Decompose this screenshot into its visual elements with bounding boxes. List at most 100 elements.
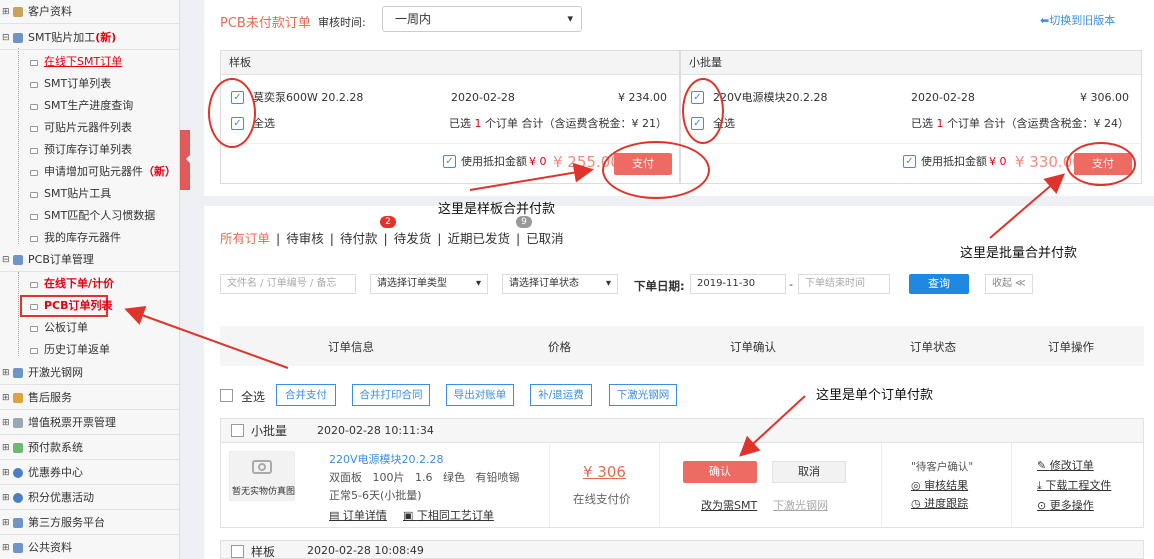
order-detail-link[interactable]: ▤ 订单详情	[329, 507, 387, 523]
modify-order-link[interactable]: ✎ 修改订单	[1037, 457, 1094, 473]
sidebar-item-pcb-order-list[interactable]: PCB订单列表	[0, 294, 179, 318]
laser-stencil-button[interactable]: 下激光钢网	[609, 384, 677, 406]
sample-select-all-label: 全选	[253, 117, 275, 130]
sidebar-item-smt-apply[interactable]: 申请增加可贴元器件（新）	[0, 160, 179, 184]
camera-icon	[252, 460, 272, 474]
sidebar-item-stencil[interactable]: ⊞ 开激光钢网	[0, 361, 179, 385]
column-order-info: 订单信息	[328, 340, 374, 354]
merge-pay-button[interactable]: 合并支付	[276, 384, 336, 406]
customer-icon	[13, 7, 23, 17]
sidebar-item-after-sales[interactable]: ⊞ 售后服务	[0, 386, 179, 410]
keyword-search-input[interactable]: 文件名 / 订单编号 / 备忘	[220, 274, 356, 294]
expand-icon: ⊞	[2, 443, 10, 453]
thumbnail-placeholder-text: 暂无实物仿真图	[232, 487, 296, 497]
sidebar-item-invoice[interactable]: ⊞ 增值税票开票管理	[0, 411, 179, 435]
service-icon	[13, 393, 23, 403]
expand-icon: ⊞	[2, 7, 10, 17]
order-checkbox[interactable]	[231, 424, 244, 437]
collapse-filter-button[interactable]: 收起 ≪	[985, 274, 1033, 294]
sidebar-item-smt-progress[interactable]: SMT生产进度查询	[0, 94, 179, 118]
change-to-smt-link[interactable]: 改为需SMT	[701, 497, 757, 513]
tab-recently-shipped[interactable]: 近期已发货	[447, 228, 510, 247]
sidebar-item-label: 售后服务	[28, 391, 72, 404]
download-project-link[interactable]: ⤓ 下载工程文件	[1037, 477, 1111, 493]
sidebar-item-label: SMT生产进度查询	[44, 99, 134, 112]
sidebar-item-third-party[interactable]: ⊞ 第三方服务平台	[0, 511, 179, 535]
column-order-actions: 订单操作	[1048, 340, 1094, 354]
sidebar-item-pcb-public[interactable]: 公板订单	[0, 316, 179, 340]
expand-icon: ⊞	[2, 418, 10, 428]
audit-result-link[interactable]: ◎ 审核结果	[911, 477, 968, 493]
select-all-orders-checkbox[interactable]	[220, 389, 233, 402]
platform-icon	[13, 518, 23, 528]
review-time-select[interactable]: 一周内	[382, 6, 582, 32]
merge-print-contract-button[interactable]: 合并打印合同	[352, 384, 430, 406]
sidebar-item-coupon[interactable]: ⊞ 优惠券中心	[0, 461, 179, 485]
sidebar-item-smt-habits[interactable]: SMT匹配个人习惯数据	[0, 204, 179, 228]
tab-pending-shipment[interactable]: 待发货	[394, 228, 432, 247]
switch-old-version-link[interactable]: ⬅切换到旧版本	[1040, 12, 1115, 28]
recently-shipped-badge: 9	[516, 216, 532, 228]
smt-icon	[13, 33, 23, 43]
order-checkbox[interactable]	[231, 545, 244, 558]
order-datetime: 2020-02-28 10:11:34	[317, 424, 434, 437]
date-range-dash: -	[789, 278, 793, 291]
export-statement-button[interactable]: 导出对账单	[446, 384, 514, 406]
sidebar: ⊞ 客户资料 ⊟ SMT贴片加工(新) 在线下SMT订单 SMT订单列表 SMT…	[0, 0, 180, 559]
sidebar-item-smt-stock-orders[interactable]: 预订库存订单列表	[0, 138, 179, 162]
order-type-select[interactable]: 请选择订单类型	[370, 274, 488, 294]
shipping-adjust-button[interactable]: 补/退运费	[530, 384, 592, 406]
sidebar-item-smt-online-order[interactable]: 在线下SMT订单	[0, 50, 179, 74]
order-datetime: 2020-02-28 10:08:49	[307, 544, 424, 557]
sidebar-item-smt-tools[interactable]: SMT贴片工具	[0, 182, 179, 206]
document-icon	[30, 60, 38, 66]
sidebar-item-label: 优惠券中心	[28, 466, 83, 479]
more-icon: ⊙	[1037, 499, 1050, 512]
date-start-input[interactable]: 2019-11-30	[690, 274, 786, 294]
sidebar-item-pcb-history[interactable]: 历史订单返单	[0, 338, 179, 362]
sample-box-header: 样板	[221, 51, 679, 75]
order-lead-time: 正常5-6天(小批量)	[329, 489, 422, 502]
order-status-select[interactable]: 请选择订单状态	[502, 274, 618, 294]
document-icon	[30, 326, 38, 332]
prepay-icon	[13, 443, 23, 453]
sidebar-item-pcb[interactable]: ⊟ PCB订单管理	[0, 248, 179, 272]
document-icon: ▤	[329, 509, 343, 522]
sidebar-item-my-stock[interactable]: 我的库存元器件	[0, 226, 179, 250]
batch-merge-annotation: 这里是批量合并付款	[960, 246, 1078, 261]
sidebar-item-smt-order-list[interactable]: SMT订单列表	[0, 72, 179, 96]
cancel-order-button[interactable]: 取消	[772, 461, 846, 483]
more-actions-link[interactable]: ⊙ 更多操作	[1037, 497, 1094, 513]
sidebar-item-public-info[interactable]: ⊞ 公共资料	[0, 536, 179, 559]
order-card: 小批量 2020-02-28 10:11:34 暂无实物仿真图 220V电源模块…	[220, 418, 1144, 528]
batch-credit-amount: ¥ 0	[989, 155, 1007, 168]
batch-use-credit-checkbox[interactable]: ✓	[903, 155, 916, 168]
tab-all-orders[interactable]: 所有订单	[220, 228, 270, 247]
document-icon	[30, 170, 38, 176]
confirm-order-button[interactable]: 确认	[683, 461, 757, 483]
sidebar-item-smt-components[interactable]: 可贴片元器件列表	[0, 116, 179, 140]
sidebar-item-label: SMT订单列表	[44, 77, 112, 90]
sidebar-collapse-handle[interactable]	[180, 130, 190, 190]
sidebar-item-smt[interactable]: ⊟ SMT贴片加工(新)	[0, 26, 179, 50]
sidebar-item-customer-info[interactable]: ⊞ 客户资料	[0, 0, 179, 24]
info-icon	[13, 543, 23, 553]
sidebar-item-label: 预订库存订单列表	[44, 143, 132, 156]
sidebar-item-label: 预付款系统	[28, 441, 83, 454]
expand-icon: ⊞	[2, 543, 10, 553]
same-process-order-link[interactable]: ▣ 下相同工艺订单	[403, 507, 494, 523]
sidebar-item-prepay[interactable]: ⊞ 预付款系统	[0, 436, 179, 460]
document-icon	[30, 214, 38, 220]
tab-cancelled[interactable]: 已取消	[526, 228, 564, 247]
progress-tracking-link[interactable]: ◷ 进度跟踪	[911, 495, 968, 511]
order-product-name[interactable]: 220V电源模块20.2.28	[329, 451, 444, 467]
sidebar-item-points[interactable]: ⊞ 积分优惠活动	[0, 486, 179, 510]
query-button[interactable]: 查询	[909, 274, 969, 294]
sidebar-item-pcb-online-order[interactable]: 在线下单/计价	[0, 272, 179, 296]
date-end-input[interactable]: 下单结束时间	[798, 274, 890, 294]
tab-pending-payment[interactable]: 待付款	[340, 228, 378, 247]
tab-pending-review[interactable]: 待审核	[286, 228, 324, 247]
order-stencil-link[interactable]: 下激光钢网	[773, 497, 828, 513]
sample-use-credit-checkbox[interactable]: ✓	[443, 155, 456, 168]
annotation-ellipse	[208, 78, 256, 148]
